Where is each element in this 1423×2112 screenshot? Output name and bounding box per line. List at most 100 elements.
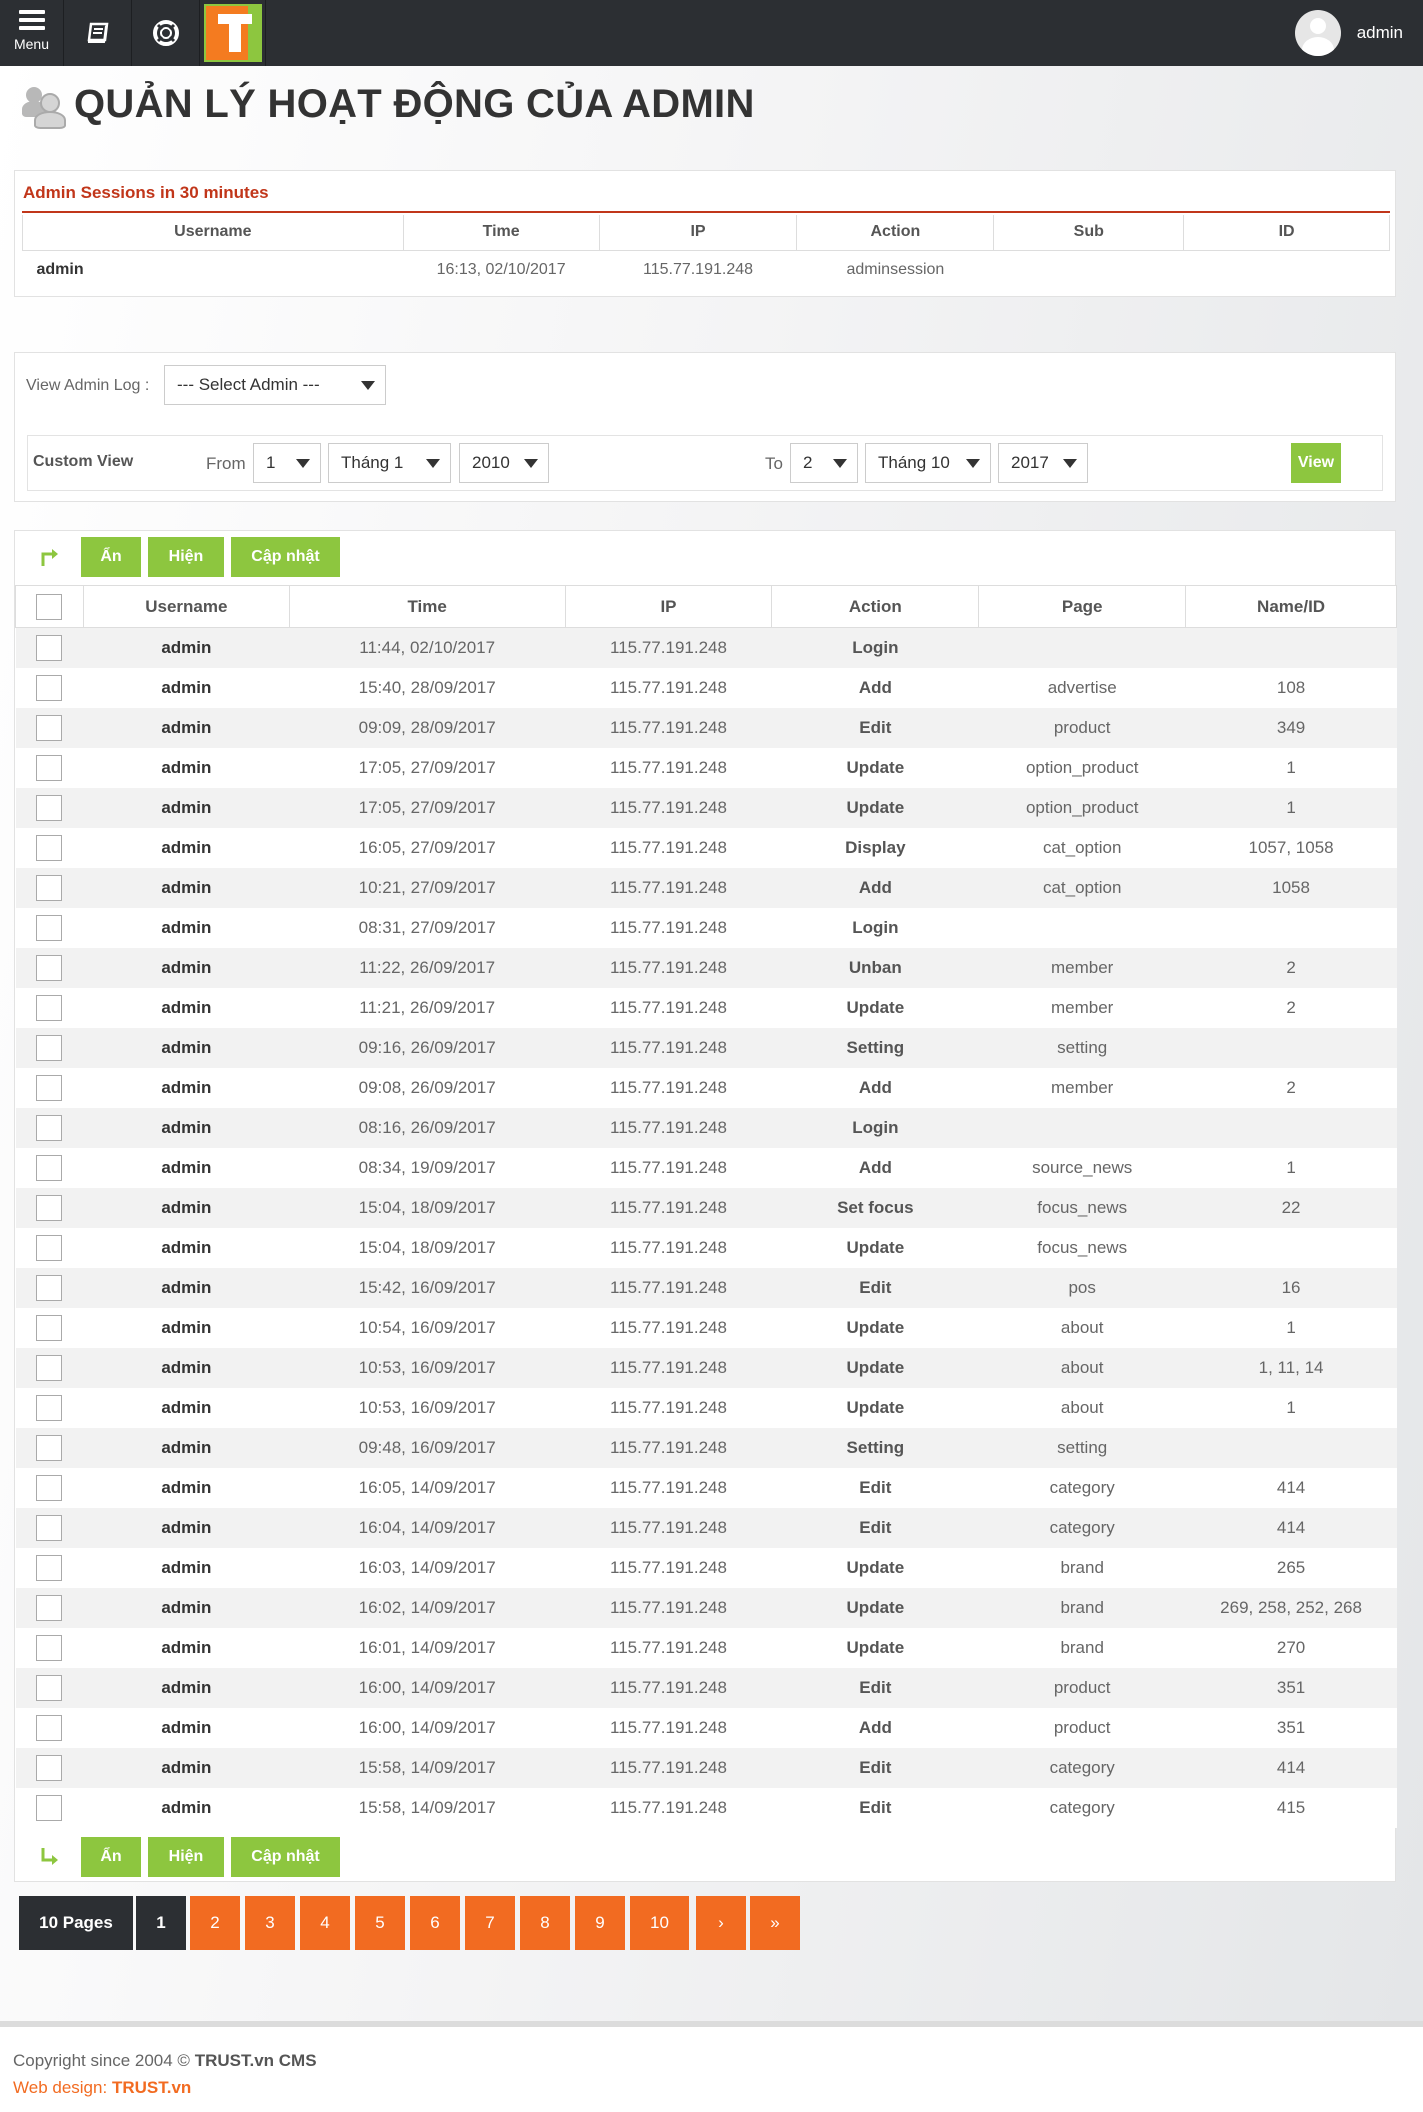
cell-nameid: 349 (1185, 707, 1397, 748)
admin-select[interactable]: --- Select Admin --- (164, 365, 386, 405)
home-logo[interactable] (200, 0, 266, 66)
row-checkbox[interactable] (36, 714, 63, 741)
row-checkbox[interactable] (36, 1154, 63, 1181)
page-last[interactable]: » (750, 1896, 800, 1950)
page-link[interactable]: 4 (300, 1896, 350, 1950)
row-checkbox[interactable] (36, 874, 63, 901)
row-checkbox[interactable] (36, 1274, 63, 1301)
from-month-select[interactable]: Tháng 1 (328, 443, 451, 483)
row-checkbox[interactable] (36, 1754, 63, 1781)
from-day-select[interactable]: 1 (253, 443, 321, 483)
to-day-value: 2 (803, 453, 813, 472)
row-checkbox[interactable] (36, 1114, 63, 1141)
page-link[interactable]: 5 (355, 1896, 405, 1950)
row-checkbox[interactable] (36, 634, 63, 661)
row-checkbox[interactable] (36, 754, 63, 781)
table-row: admin 15:04, 18/09/2017 115.77.191.248 Upda… (15, 1227, 1397, 1268)
sessions-col-action: Action (796, 215, 995, 251)
update-button-bottom[interactable]: Cập nhật (231, 1837, 340, 1877)
page-link[interactable]: 9 (575, 1896, 625, 1950)
to-year-value: 2017 (1011, 453, 1049, 472)
cell-ip: 115.77.191.248 (565, 1067, 772, 1108)
cell-time: 16:00, 14/09/2017 (289, 1707, 566, 1748)
row-checkbox-cell (15, 1547, 84, 1588)
row-checkbox[interactable] (36, 1234, 63, 1261)
row-checkbox[interactable] (36, 1514, 63, 1541)
row-checkbox[interactable] (36, 994, 63, 1021)
docs-button[interactable] (64, 0, 132, 66)
cell-nameid: 1 (1185, 1387, 1397, 1428)
hide-button-bottom[interactable]: Ẩn (81, 1837, 141, 1877)
row-checkbox[interactable] (36, 1034, 63, 1061)
row-checkbox[interactable] (36, 1354, 63, 1381)
select-all-checkbox[interactable] (36, 593, 63, 620)
page-link[interactable]: 3 (245, 1896, 295, 1950)
row-checkbox-cell (15, 1427, 84, 1468)
cell-page: focus_news (978, 1227, 1186, 1268)
row-checkbox[interactable] (36, 914, 63, 941)
to-year-select[interactable]: 2017 (998, 443, 1088, 483)
page-current[interactable]: 1 (136, 1896, 186, 1950)
copyright: Copyright since 2004 © TRUST.vn CMS (13, 2051, 317, 2071)
row-checkbox[interactable] (36, 1674, 63, 1701)
table-row: admin 11:44, 02/10/2017 115.77.191.248 Logi… (15, 627, 1397, 668)
cell-ip: 115.77.191.248 (565, 1747, 772, 1788)
page-link[interactable]: 7 (465, 1896, 515, 1950)
hide-button[interactable]: Ẩn (81, 537, 141, 577)
row-checkbox[interactable] (36, 1394, 63, 1421)
row-checkbox[interactable] (36, 1634, 63, 1661)
cell-ip: 115.77.191.248 (565, 1507, 772, 1548)
show-button[interactable]: Hiện (148, 537, 224, 577)
row-checkbox[interactable] (36, 1474, 63, 1501)
row-checkbox[interactable] (36, 1794, 63, 1821)
row-checkbox[interactable] (36, 1194, 63, 1221)
top-bar: Menu admin (0, 0, 1423, 66)
cell-nameid: 351 (1185, 1707, 1397, 1748)
cell-nameid: 414 (1185, 1507, 1397, 1548)
page-title: QUẢN LÝ HOẠT ĐỘNG CỦA ADMIN (74, 82, 755, 126)
row-checkbox[interactable] (36, 794, 63, 821)
webdesign-link[interactable]: TRUST.vn (112, 2078, 191, 2097)
row-checkbox[interactable] (36, 1434, 63, 1461)
to-month-select[interactable]: Tháng 10 (865, 443, 991, 483)
menu-button[interactable]: Menu (0, 0, 64, 66)
cell-username: admin (83, 1107, 290, 1148)
user-menu[interactable]: admin (1294, 0, 1403, 66)
cell-username: admin (83, 1267, 290, 1308)
cell-username: admin (83, 1227, 290, 1268)
cell-time: 10:21, 27/09/2017 (289, 867, 566, 908)
web-design: Web design: TRUST.vn (13, 2078, 191, 2098)
cell-time: 16:01, 14/09/2017 (289, 1627, 566, 1668)
avatar (1294, 10, 1341, 56)
page-next[interactable]: › (696, 1896, 746, 1950)
cell-ip: 115.77.191.248 (565, 1187, 772, 1228)
row-checkbox[interactable] (36, 1074, 63, 1101)
session-sub (994, 250, 1184, 290)
cell-username: admin (83, 1667, 290, 1708)
show-button-bottom[interactable]: Hiện (148, 1837, 224, 1877)
view-button[interactable]: View (1291, 443, 1341, 483)
row-checkbox[interactable] (36, 834, 63, 861)
row-checkbox[interactable] (36, 1554, 63, 1581)
table-row: admin 16:05, 14/09/2017 115.77.191.248 Edit… (15, 1467, 1397, 1508)
page-link[interactable]: 8 (520, 1896, 570, 1950)
row-checkbox[interactable] (36, 1714, 63, 1741)
row-checkbox[interactable] (36, 954, 63, 981)
pagination: 10 Pages 1 2 3 4 5 6 7 8 9 10 › » (19, 1896, 803, 1950)
help-button[interactable] (132, 0, 200, 66)
cell-action: Update (771, 987, 979, 1028)
page-link[interactable]: 10 (630, 1896, 689, 1950)
cell-ip: 115.77.191.248 (565, 1107, 772, 1148)
from-year-select[interactable]: 2010 (459, 443, 549, 483)
row-checkbox[interactable] (36, 1594, 63, 1621)
page-link[interactable]: 2 (190, 1896, 240, 1950)
to-day-select[interactable]: 2 (790, 443, 858, 483)
cell-time: 09:48, 16/09/2017 (289, 1427, 566, 1468)
chevron-down-icon (426, 459, 440, 468)
row-checkbox[interactable] (36, 674, 63, 701)
row-checkbox[interactable] (36, 1314, 63, 1341)
cell-action: Edit (771, 1267, 979, 1308)
update-button[interactable]: Cập nhật (231, 537, 340, 577)
page-link[interactable]: 6 (410, 1896, 460, 1950)
cell-page: option_product (978, 747, 1186, 788)
